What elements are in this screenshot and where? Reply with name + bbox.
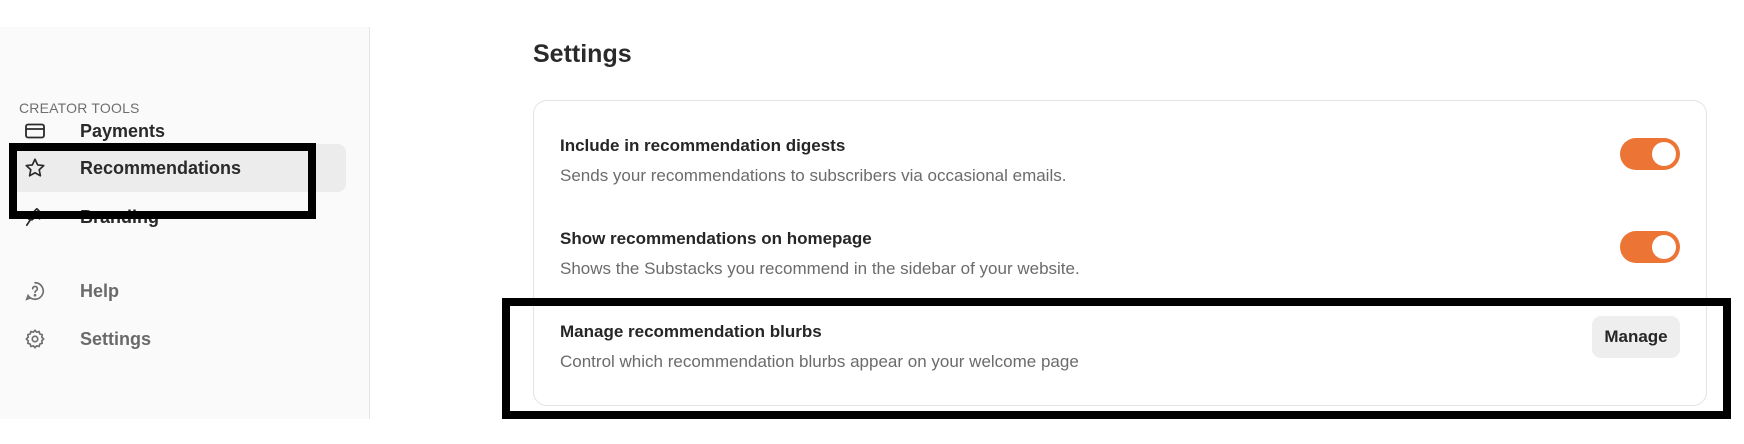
sidebar-item-branding[interactable]: Branding xyxy=(10,193,346,241)
help-circle-icon xyxy=(24,280,46,302)
sidebar: CREATOR TOOLS Payments Recommendations B… xyxy=(0,27,370,419)
setting-row-blurbs: Manage recommendation blurbs Control whi… xyxy=(560,316,1680,402)
sidebar-item-label: Help xyxy=(80,280,120,301)
sidebar-item-label: Settings xyxy=(80,328,152,349)
gear-icon xyxy=(24,328,46,350)
star-icon xyxy=(24,157,46,179)
settings-card: Include in recommendation digests Sends … xyxy=(533,100,1707,406)
setting-row-digests: Include in recommendation digests Sends … xyxy=(560,136,1680,216)
setting-row-homepage: Show recommendations on homepage Shows t… xyxy=(560,229,1680,309)
setting-title: Manage recommendation blurbs xyxy=(560,322,822,341)
toggle-knob xyxy=(1652,235,1676,259)
setting-title: Show recommendations on homepage xyxy=(560,229,872,248)
paintbrush-icon xyxy=(24,206,46,228)
sidebar-item-recommendations[interactable]: Recommendations xyxy=(10,144,346,192)
sidebar-item-help[interactable]: Help xyxy=(10,267,346,315)
page-title: Settings xyxy=(533,40,632,68)
toggle-knob xyxy=(1652,142,1676,166)
homepage-toggle[interactable] xyxy=(1620,231,1680,263)
sidebar-item-label: Branding xyxy=(80,206,159,227)
manage-button[interactable]: Manage xyxy=(1592,316,1680,358)
credit-card-icon xyxy=(24,120,46,142)
sidebar-item-label: Payments xyxy=(80,120,166,141)
setting-description: Sends your recommendations to subscriber… xyxy=(560,166,1067,185)
sidebar-item-label: Recommendations xyxy=(80,157,242,178)
digests-toggle[interactable] xyxy=(1620,138,1680,170)
setting-description: Control which recommendation blurbs appe… xyxy=(560,352,1079,371)
setting-title: Include in recommendation digests xyxy=(560,136,846,155)
setting-description: Shows the Substacks you recommend in the… xyxy=(560,259,1080,278)
sidebar-item-settings[interactable]: Settings xyxy=(10,315,346,363)
